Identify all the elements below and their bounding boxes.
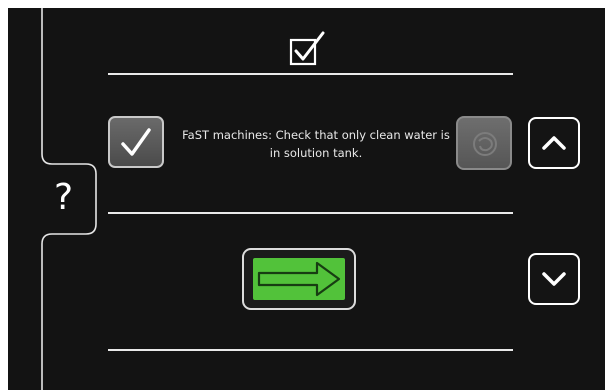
- scroll-down-button[interactable]: [528, 253, 580, 305]
- scroll-up-button[interactable]: [528, 117, 580, 169]
- divider-middle: [108, 212, 513, 214]
- arrow-right-icon: [257, 261, 341, 297]
- divider-top: [108, 73, 513, 75]
- disabled-action-button: [456, 116, 512, 170]
- swirl-icon: [473, 132, 497, 156]
- question-mark-icon: ?: [54, 177, 74, 218]
- divider-bottom: [108, 349, 513, 351]
- screen: ? FaST machines: Check that only clean w…: [8, 8, 605, 390]
- checkmark-icon: [121, 128, 151, 156]
- next-button[interactable]: [242, 248, 356, 310]
- chevron-down-icon: [542, 272, 566, 286]
- instruction-text: FaST machines: Check that only clean wat…: [182, 128, 450, 160]
- chevron-up-icon: [542, 136, 566, 150]
- checkbox-checked-icon: [289, 31, 325, 66]
- confirm-check-button[interactable]: [108, 116, 164, 168]
- next-button-fill: [253, 258, 345, 300]
